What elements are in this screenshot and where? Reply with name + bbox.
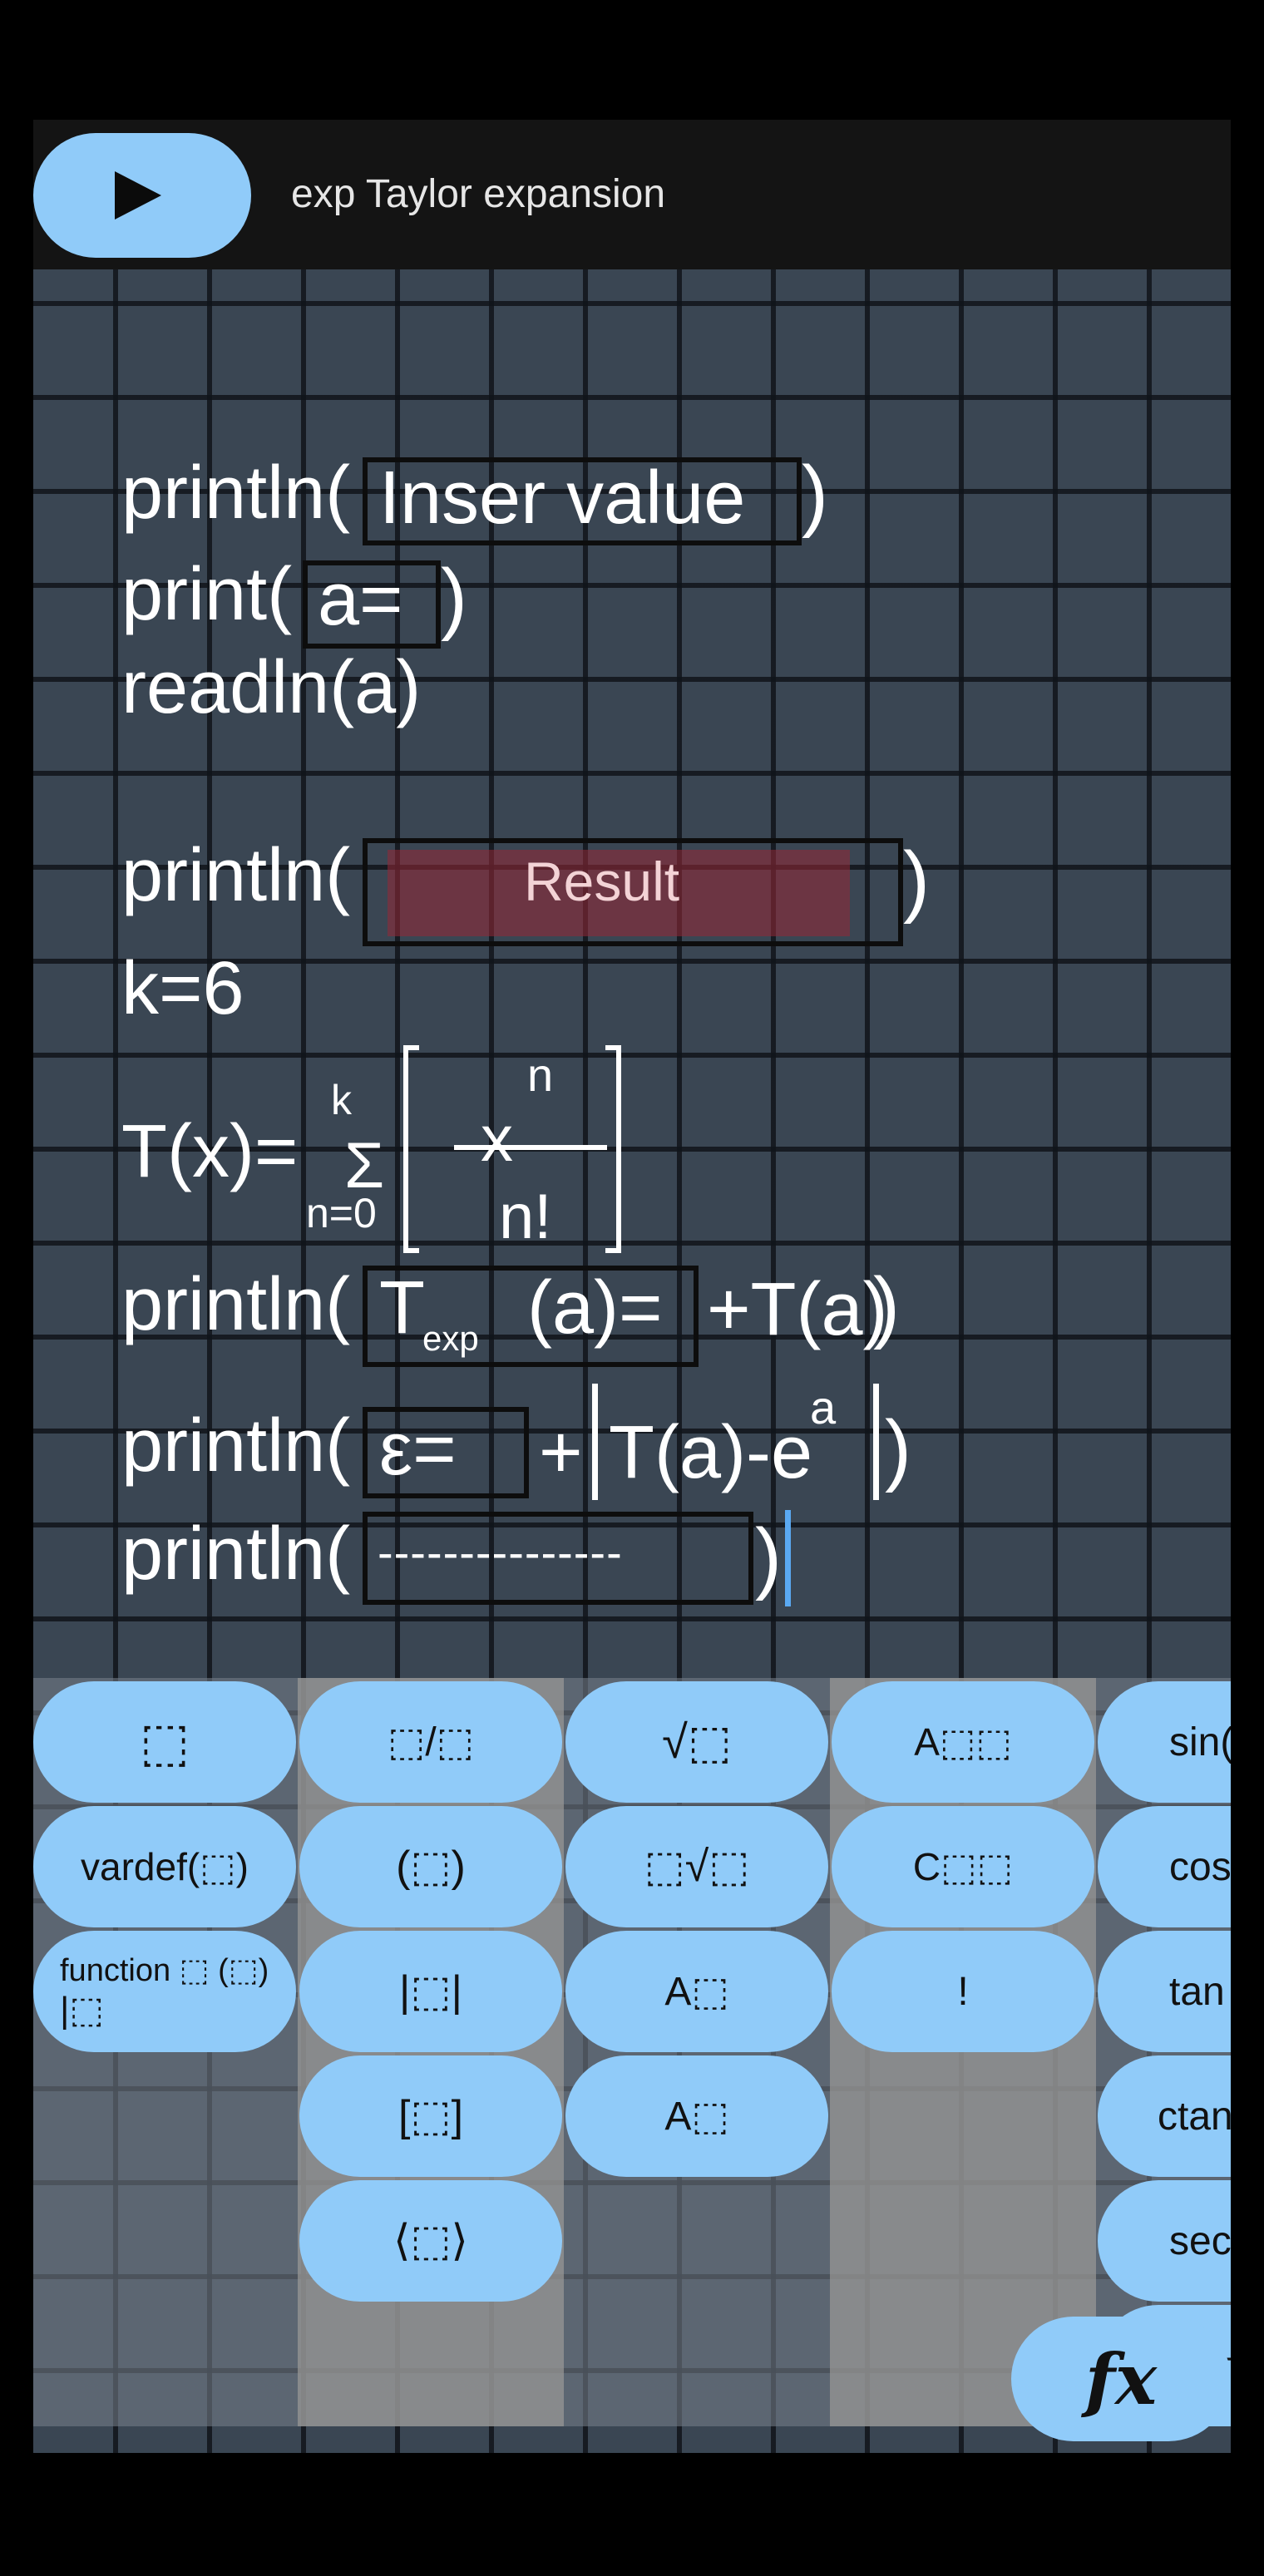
println-keyword: println( bbox=[121, 1404, 351, 1488]
code-line-3[interactable]: readln(a) bbox=[121, 650, 421, 725]
key-factorial[interactable]: ! bbox=[832, 1931, 1094, 2052]
string-literal-subscript: exp bbox=[422, 1319, 479, 1358]
formula-keypad: ⬚ vardef(⬚) function ⬚ (⬚) |⬚ ⬚/⬚ (⬚) |⬚… bbox=[33, 1678, 1231, 2426]
exponent[interactable]: a bbox=[810, 1380, 836, 1434]
denominator[interactable]: n! bbox=[499, 1181, 551, 1253]
close-paren: ) bbox=[873, 1261, 900, 1350]
key-arrangement[interactable]: A⬚⬚ bbox=[832, 1681, 1094, 1803]
key-cos[interactable]: cos bbox=[1098, 1806, 1231, 1927]
code-editor[interactable]: println( Inser value ) print( a= ) readl… bbox=[33, 269, 1231, 1678]
top-bar: exp Taylor expansion bbox=[33, 120, 1231, 269]
numerator-base[interactable]: x bbox=[481, 1101, 513, 1177]
key-tan[interactable]: tan bbox=[1098, 1931, 1231, 2052]
code-line-7[interactable]: println( bbox=[121, 1267, 350, 1342]
string-literal-text: Result bbox=[524, 851, 680, 912]
string-literal-main: T bbox=[379, 1266, 425, 1350]
print-keyword: print( bbox=[121, 553, 293, 636]
println-keyword: println( bbox=[121, 1513, 351, 1596]
key-nth-root[interactable]: ⬚√⬚ bbox=[565, 1806, 828, 1927]
string-literal-rest: (a)= bbox=[527, 1266, 663, 1350]
code-line-5[interactable]: k=6 bbox=[121, 951, 244, 1026]
key-superscript[interactable]: A⬚ bbox=[565, 1931, 828, 2052]
code-line-1[interactable]: println( bbox=[121, 456, 350, 530]
abs-bar-right bbox=[873, 1384, 879, 1500]
key-sec[interactable]: sec bbox=[1098, 2180, 1231, 2302]
string-literal-text: --------------- bbox=[378, 1526, 623, 1578]
taylor-lhs[interactable]: T(x)= bbox=[121, 1114, 298, 1189]
string-literal-text: ε= bbox=[379, 1408, 457, 1491]
key-subscript[interactable]: A⬚ bbox=[565, 2055, 828, 2177]
key-sin[interactable]: sin( bbox=[1098, 1681, 1231, 1803]
key-fraction[interactable]: ⬚/⬚ bbox=[299, 1681, 562, 1803]
abs-content[interactable]: T(a)-e bbox=[609, 1410, 812, 1496]
code-line-8[interactable]: println( bbox=[121, 1409, 350, 1483]
code-line-4[interactable]: println( bbox=[121, 838, 350, 913]
sum-lower-limit[interactable]: n=0 bbox=[306, 1189, 377, 1237]
println-keyword: println( bbox=[121, 452, 351, 535]
close-paren: ) bbox=[755, 1513, 782, 1601]
close-paren: ) bbox=[885, 1404, 911, 1493]
sum-upper-limit[interactable]: k bbox=[331, 1076, 352, 1124]
numerator-exponent[interactable]: n bbox=[527, 1048, 553, 1102]
run-button[interactable] bbox=[33, 133, 251, 258]
string-literal-text: a= bbox=[318, 558, 403, 641]
plus-operator: + bbox=[539, 1411, 583, 1494]
key-absolute[interactable]: |⬚| bbox=[299, 1931, 562, 2052]
app-screen: exp Taylor expansion println( Inser valu… bbox=[33, 120, 1231, 2453]
key-ctan[interactable]: ctan bbox=[1098, 2055, 1231, 2177]
println-keyword: println( bbox=[121, 1263, 351, 1346]
key-parentheses[interactable]: (⬚) bbox=[299, 1806, 562, 1927]
key-combination[interactable]: C⬚⬚ bbox=[832, 1806, 1094, 1927]
close-paren: ) bbox=[903, 836, 930, 925]
key-sqrt[interactable]: √⬚ bbox=[565, 1681, 828, 1803]
play-icon bbox=[115, 171, 161, 220]
fx-button[interactable]: fx bbox=[1011, 2317, 1231, 2441]
code-line-2[interactable]: print( bbox=[121, 557, 292, 632]
key-angle-brackets[interactable]: ⟨⬚⟩ bbox=[299, 2180, 562, 2302]
code-line-9[interactable]: println( bbox=[121, 1517, 350, 1591]
program-title: exp Taylor expansion bbox=[291, 172, 666, 216]
expression-text[interactable]: +T(a) bbox=[707, 1267, 888, 1353]
string-literal-text: Inser value bbox=[379, 456, 746, 540]
key-brackets[interactable]: [⬚] bbox=[299, 2055, 562, 2177]
close-paren: ) bbox=[441, 553, 467, 642]
abs-bar-left bbox=[592, 1384, 598, 1500]
close-paren: ) bbox=[802, 450, 828, 539]
key-placeholder[interactable]: ⬚ bbox=[33, 1681, 296, 1803]
key-vardef[interactable]: vardef(⬚) bbox=[33, 1806, 296, 1927]
key-function[interactable]: function ⬚ (⬚) |⬚ bbox=[33, 1931, 296, 2052]
println-keyword: println( bbox=[121, 834, 351, 917]
text-cursor bbox=[785, 1510, 791, 1606]
